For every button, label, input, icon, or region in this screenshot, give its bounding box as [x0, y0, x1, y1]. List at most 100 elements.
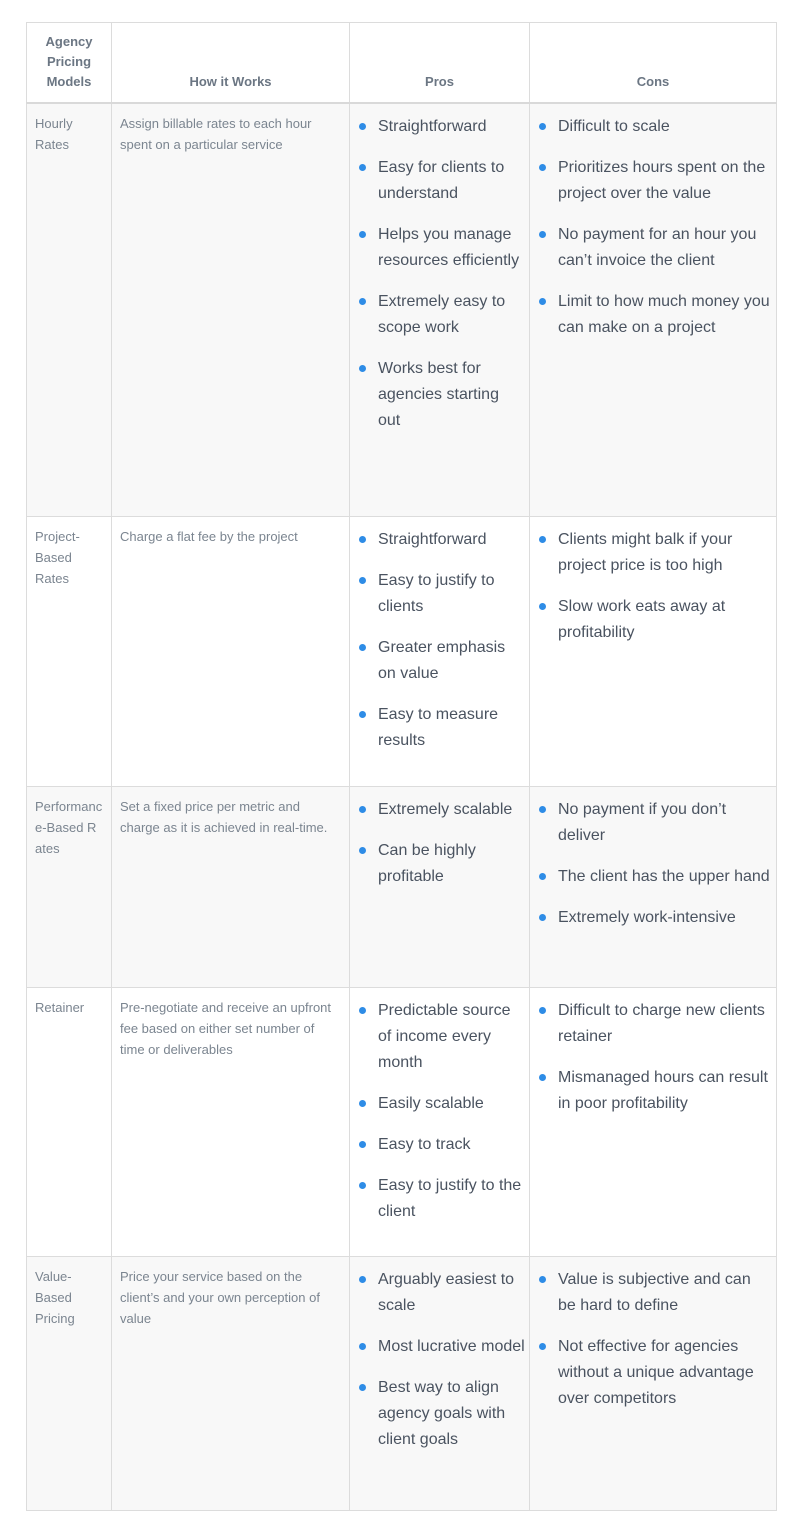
cons-cell: Value is subjective and can be hard to d… — [529, 1256, 777, 1511]
pros-cell: Straightforward Easy to justify to client… — [349, 516, 530, 787]
list-item-text: Easy to justify to clients — [378, 572, 495, 615]
list-item: Predictable source of income every month — [358, 998, 525, 1076]
list-item: Clients might balk if your project price… — [538, 527, 772, 579]
how-it-works: Pre-negotiate and receive an upfront fee… — [111, 987, 350, 1257]
list-item: Extremely easy to scope work — [358, 289, 525, 341]
list-item-text: Extremely scalable — [378, 801, 513, 818]
table-row: Value-Based Pricing Price your service b… — [26, 1256, 777, 1511]
bullet-icon — [539, 806, 546, 813]
list-item-text: Clients might balk if your project price… — [558, 531, 733, 574]
list-item: Limit to how much money you can make on … — [538, 289, 772, 341]
table-row: Hourly Rates Assign billable rates to ea… — [26, 102, 777, 517]
list-item: Straightforward — [358, 114, 525, 140]
cons-cell: Difficult to charge new clients retainer… — [529, 987, 777, 1257]
bullet-icon — [539, 122, 546, 130]
bullet-icon — [359, 297, 366, 305]
how-it-works: Price your service based on the client’s… — [111, 1256, 350, 1511]
how-it-works: Set a fixed price per metric and charge … — [111, 786, 350, 988]
list-item: Can be highly profitable — [358, 838, 525, 890]
bullet-icon — [359, 1182, 366, 1189]
list-item-text: No payment for an hour you can’t invoice… — [558, 225, 757, 269]
cons-cell: No payment if you don’t deliver The clien… — [529, 786, 777, 988]
model-name: Value-Based Pricing — [26, 1256, 112, 1511]
list-item: Slow work eats away at profitability — [538, 594, 772, 646]
pricing-models-table-container: Agency Pricing Models How it Works Pros … — [26, 22, 777, 1511]
list-item-text: Easy to track — [378, 1136, 471, 1153]
cons-list: No payment if you don’t deliver The clien… — [538, 797, 772, 931]
pros-list: Straightforward Easy to justify to client… — [358, 527, 525, 754]
list-item-text: Most lucrative model — [378, 1338, 525, 1355]
list-item-text: No payment if you don’t deliver — [558, 801, 727, 844]
list-item: Not effective for agencies without a uni… — [538, 1334, 772, 1412]
list-item: The client has the upper hand — [538, 864, 772, 890]
header-row: Agency Pricing Models How it Works Pros … — [26, 22, 777, 104]
list-item: Difficult to charge new clients retainer — [538, 998, 772, 1050]
list-item-text: Helps you manage resources efficiently — [378, 225, 520, 269]
list-item-text: Greater emphasis on value — [378, 639, 506, 682]
table-row: Performance-Based Rates Set a fixed pric… — [26, 786, 777, 988]
bullet-icon — [539, 914, 546, 921]
list-item-text: Easy to measure results — [378, 706, 499, 749]
bullet-icon — [539, 536, 546, 543]
header-pros: Pros — [349, 22, 530, 104]
list-item-text: Can be highly profitable — [378, 842, 476, 885]
bullet-icon — [359, 1007, 366, 1014]
cons-cell: Clients might balk if your project price… — [529, 516, 777, 787]
pros-cell: Arguably easiest to scale Most lucrative … — [349, 1256, 530, 1511]
cons-list: Difficult to scale Prioritizes hours spen… — [538, 114, 772, 341]
bullet-icon — [359, 230, 366, 238]
bullet-icon — [539, 1074, 546, 1081]
list-item: Easy to measure results — [358, 702, 525, 754]
bullet-icon — [359, 1276, 366, 1283]
pros-cell: Straightforward Easy for clients to under… — [349, 102, 530, 517]
pricing-models-table: Agency Pricing Models How it Works Pros … — [26, 22, 777, 1511]
bullet-icon — [539, 1343, 546, 1350]
bullet-icon — [539, 297, 546, 305]
bullet-icon — [359, 364, 366, 372]
list-item-text: Mismanaged hours can result in poor prof… — [558, 1069, 768, 1112]
bullet-icon — [359, 536, 366, 543]
list-item: Easy for clients to understand — [358, 155, 525, 207]
list-item: Arguably easiest to scale — [358, 1267, 525, 1319]
header-how-it-works: How it Works — [111, 22, 350, 104]
list-item: Extremely work-intensive — [538, 905, 772, 931]
list-item-text: Extremely work-intensive — [558, 909, 736, 926]
header-cons: Cons — [529, 22, 777, 104]
pros-list: Extremely scalable Can be highly profitab… — [358, 797, 525, 890]
list-item-text: Easy to justify to the client — [378, 1177, 522, 1220]
list-item-text: Difficult to charge new clients retainer — [558, 1002, 765, 1045]
bullet-icon — [539, 603, 546, 610]
list-item-text: Extremely easy to scope work — [378, 292, 506, 336]
bullet-icon — [359, 711, 366, 718]
bullet-icon — [359, 847, 366, 854]
bullet-icon — [539, 1276, 546, 1283]
cons-cell: Difficult to scale Prioritizes hours spen… — [529, 102, 777, 517]
cons-list: Clients might balk if your project price… — [538, 527, 772, 646]
list-item-text: Works best for agencies starting out — [378, 359, 499, 429]
pros-cell: Predictable source of income every month… — [349, 987, 530, 1257]
list-item: No payment if you don’t deliver — [538, 797, 772, 849]
list-item-text: Arguably easiest to scale — [378, 1271, 515, 1314]
model-name: Project-Based Rates — [26, 516, 112, 787]
model-name: Retainer — [26, 987, 112, 1257]
list-item: Difficult to scale — [538, 114, 772, 140]
cons-list: Value is subjective and can be hard to d… — [538, 1267, 772, 1412]
list-item-text: Difficult to scale — [558, 117, 670, 135]
bullet-icon — [359, 1100, 366, 1107]
bullet-icon — [359, 163, 366, 171]
list-item: Straightforward — [358, 527, 525, 553]
bullet-icon — [539, 873, 546, 880]
list-item-text: Predictable source of income every month — [378, 1002, 511, 1071]
list-item: Helps you manage resources efficiently — [358, 222, 525, 274]
list-item-text: Easy for clients to understand — [378, 158, 505, 202]
list-item-text: The client has the upper hand — [558, 868, 770, 885]
list-item-text: Easily scalable — [378, 1095, 484, 1112]
pros-list: Arguably easiest to scale Most lucrative … — [358, 1267, 525, 1453]
list-item: Most lucrative model — [358, 1334, 525, 1360]
bullet-icon — [539, 163, 546, 171]
list-item-text: Straightforward — [378, 117, 487, 135]
table-body: Hourly Rates Assign billable rates to ea… — [26, 102, 777, 1511]
bullet-icon — [359, 577, 366, 584]
list-item-text: Best way to align agency goals with clie… — [378, 1379, 506, 1448]
how-it-works: Assign billable rates to each hour spent… — [111, 102, 350, 517]
